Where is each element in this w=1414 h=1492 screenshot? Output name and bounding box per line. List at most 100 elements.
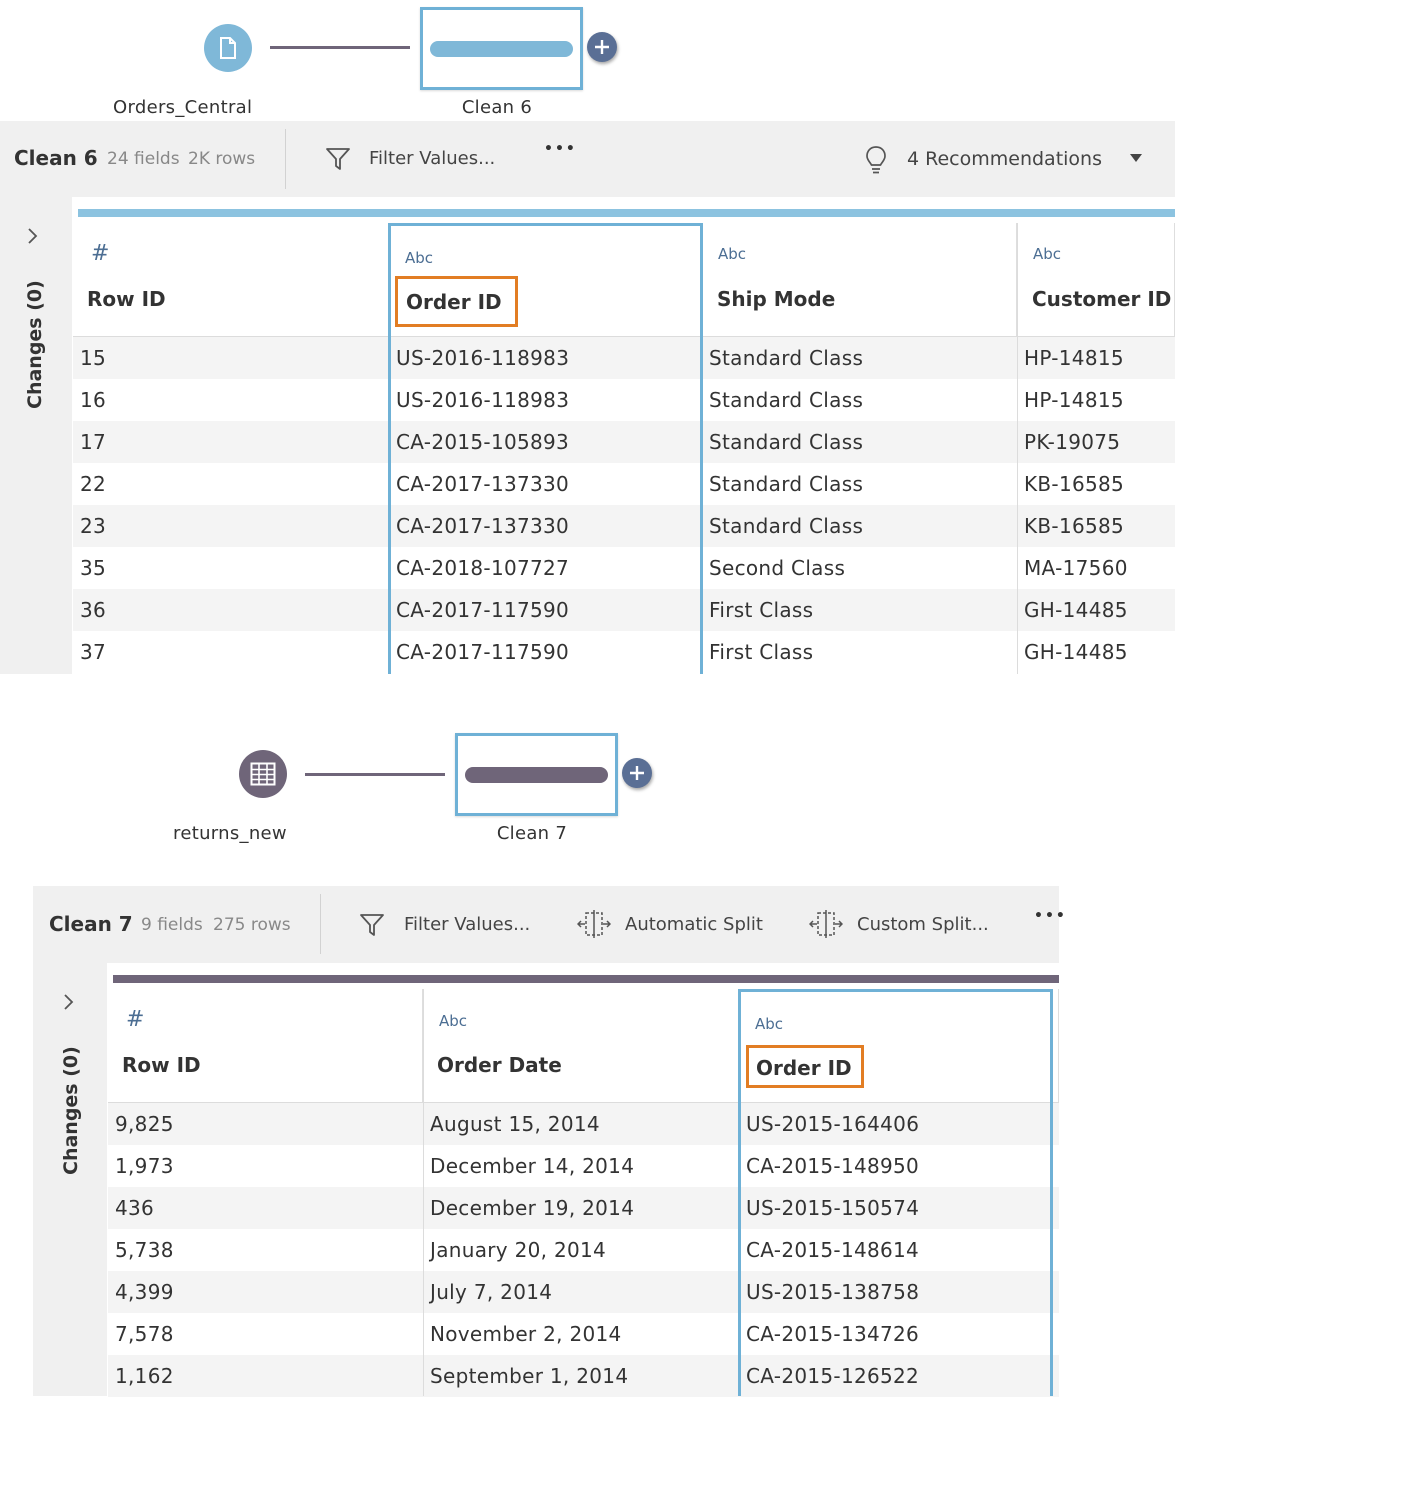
- table-cell[interactable]: 16: [80, 388, 106, 412]
- step-preview-bar: [465, 767, 608, 783]
- table-cell[interactable]: 35: [80, 556, 106, 580]
- table-cell[interactable]: Standard Class: [709, 430, 863, 454]
- table-cell[interactable]: 1,973: [115, 1154, 174, 1178]
- table-cell[interactable]: November 2, 2014: [430, 1322, 622, 1346]
- table-cell[interactable]: 15: [80, 346, 106, 370]
- table-cell[interactable]: 9,825: [115, 1112, 174, 1136]
- table-row[interactable]: 35 CA-2018-107727 Second Class MA-17560: [73, 547, 1175, 589]
- table-cell[interactable]: HP-14815: [1024, 388, 1124, 412]
- table-cell[interactable]: GH-14485: [1024, 598, 1128, 622]
- column-header[interactable]: # Row ID: [108, 989, 423, 1102]
- add-step-plus-icon[interactable]: [587, 32, 617, 62]
- table-cell[interactable]: Standard Class: [709, 472, 863, 496]
- table-cell[interactable]: HP-14815: [1024, 346, 1124, 370]
- table-cell[interactable]: Standard Class: [709, 346, 863, 370]
- table-cell[interactable]: CA-2015-126522: [746, 1364, 919, 1388]
- table-cell[interactable]: CA-2017-117590: [396, 598, 569, 622]
- filter-values-button[interactable]: Filter Values...: [404, 914, 530, 935]
- clean-6-step-node[interactable]: [420, 7, 583, 90]
- recommendations-button[interactable]: 4 Recommendations: [907, 148, 1102, 170]
- table-row[interactable]: 4,399 July 7, 2014 US-2015-138758: [108, 1271, 1059, 1313]
- table-cell[interactable]: December 14, 2014: [430, 1154, 634, 1178]
- returns-new-input-node[interactable]: [239, 750, 287, 798]
- table-cell[interactable]: CA-2015-134726: [746, 1322, 919, 1346]
- table-cell[interactable]: First Class: [709, 598, 813, 622]
- table-cell[interactable]: First Class: [709, 640, 813, 664]
- table-cell[interactable]: 5,738: [115, 1238, 174, 1262]
- table-cell[interactable]: 17: [80, 430, 106, 454]
- table-row[interactable]: 17 CA-2015-105893 Standard Class PK-19075: [73, 421, 1175, 463]
- table-cell[interactable]: September 1, 2014: [430, 1364, 628, 1388]
- table-cell[interactable]: KB-16585: [1024, 472, 1124, 496]
- table-cell[interactable]: 23: [80, 514, 106, 538]
- table-cell[interactable]: CA-2015-148950: [746, 1154, 919, 1178]
- table-row[interactable]: 9,825 August 15, 2014 US-2015-164406: [108, 1103, 1059, 1145]
- table-cell[interactable]: CA-2017-137330: [396, 472, 569, 496]
- table-cell[interactable]: US-2015-164406: [746, 1112, 919, 1136]
- table-row[interactable]: 1,162 September 1, 2014 CA-2015-126522: [108, 1355, 1059, 1397]
- table-row[interactable]: 5,738 January 20, 2014 CA-2015-148614: [108, 1229, 1059, 1271]
- table-cell[interactable]: CA-2018-107727: [396, 556, 569, 580]
- profile-summary-bar: [113, 975, 1059, 983]
- column-header[interactable]: Abc Order Date: [423, 989, 739, 1102]
- table-cell[interactable]: CA-2015-148614: [746, 1238, 919, 1262]
- table-row[interactable]: 16 US-2016-118983 Standard Class HP-14815: [73, 379, 1175, 421]
- table-cell[interactable]: 22: [80, 472, 106, 496]
- table-cell[interactable]: 36: [80, 598, 106, 622]
- custom-split-icon[interactable]: [809, 909, 843, 939]
- table-cell[interactable]: Standard Class: [709, 514, 863, 538]
- table-cell[interactable]: Second Class: [709, 556, 845, 580]
- table-cell[interactable]: US-2015-150574: [746, 1196, 919, 1220]
- more-options-button[interactable]: •••: [544, 141, 577, 157]
- table-row[interactable]: 1,973 December 14, 2014 CA-2015-148950: [108, 1145, 1059, 1187]
- clean-7-step-node[interactable]: [455, 733, 618, 816]
- table-cell[interactable]: KB-16585: [1024, 514, 1124, 538]
- filter-icon[interactable]: [359, 912, 385, 938]
- custom-split-button[interactable]: Custom Split...: [857, 914, 989, 935]
- filter-values-button[interactable]: Filter Values...: [369, 148, 495, 169]
- table-cell[interactable]: CA-2017-117590: [396, 640, 569, 664]
- table-row[interactable]: 7,578 November 2, 2014 CA-2015-134726: [108, 1313, 1059, 1355]
- table-row[interactable]: 436 December 19, 2014 US-2015-150574: [108, 1187, 1059, 1229]
- column-header[interactable]: Abc Customer ID: [1017, 223, 1175, 336]
- table-row[interactable]: 23 CA-2017-137330 Standard Class KB-16585: [73, 505, 1175, 547]
- filter-icon[interactable]: [325, 146, 351, 172]
- changes-side-panel[interactable]: Changes (0): [0, 197, 72, 674]
- orders-central-input-node[interactable]: [204, 24, 252, 72]
- table-cell[interactable]: July 7, 2014: [430, 1280, 552, 1304]
- dropdown-arrow-icon[interactable]: [1129, 153, 1143, 163]
- column-header[interactable]: Abc Ship Mode: [702, 223, 1017, 336]
- table-cell[interactable]: August 15, 2014: [430, 1112, 600, 1136]
- table-cell[interactable]: US-2016-118983: [396, 346, 569, 370]
- table-cell[interactable]: US-2015-138758: [746, 1280, 919, 1304]
- automatic-split-icon[interactable]: [577, 909, 611, 939]
- table-row[interactable]: 37 CA-2017-117590 First Class GH-14485: [73, 631, 1175, 673]
- table-cell[interactable]: 37: [80, 640, 106, 664]
- more-options-button[interactable]: •••: [1034, 908, 1067, 924]
- table-row[interactable]: 22 CA-2017-137330 Standard Class KB-16585: [73, 463, 1175, 505]
- add-step-plus-icon[interactable]: [622, 758, 652, 788]
- column-header[interactable]: # Row ID: [73, 223, 389, 336]
- table-cell[interactable]: 7,578: [115, 1322, 174, 1346]
- table-cell[interactable]: PK-19075: [1024, 430, 1120, 454]
- column-divider: [389, 223, 390, 674]
- table-cell[interactable]: US-2016-118983: [396, 388, 569, 412]
- table-cell[interactable]: December 19, 2014: [430, 1196, 634, 1220]
- table-cell[interactable]: Standard Class: [709, 388, 863, 412]
- table-cell[interactable]: 1,162: [115, 1364, 174, 1388]
- changes-side-panel[interactable]: Changes (0): [33, 963, 107, 1396]
- chevron-right-icon[interactable]: [27, 227, 39, 245]
- table-row[interactable]: 36 CA-2017-117590 First Class GH-14485: [73, 589, 1175, 631]
- table-cell[interactable]: MA-17560: [1024, 556, 1128, 580]
- table-cell[interactable]: January 20, 2014: [430, 1238, 606, 1262]
- chevron-right-icon[interactable]: [63, 993, 75, 1011]
- column-name: Customer ID: [1032, 287, 1172, 311]
- table-row[interactable]: 15 US-2016-118983 Standard Class HP-14815: [73, 337, 1175, 379]
- table-cell[interactable]: 4,399: [115, 1280, 174, 1304]
- automatic-split-button[interactable]: Automatic Split: [625, 914, 763, 935]
- table-cell[interactable]: CA-2017-137330: [396, 514, 569, 538]
- table-cell[interactable]: 436: [115, 1196, 154, 1220]
- table-cell[interactable]: GH-14485: [1024, 640, 1128, 664]
- selected-column-top: [738, 989, 1053, 992]
- table-cell[interactable]: CA-2015-105893: [396, 430, 569, 454]
